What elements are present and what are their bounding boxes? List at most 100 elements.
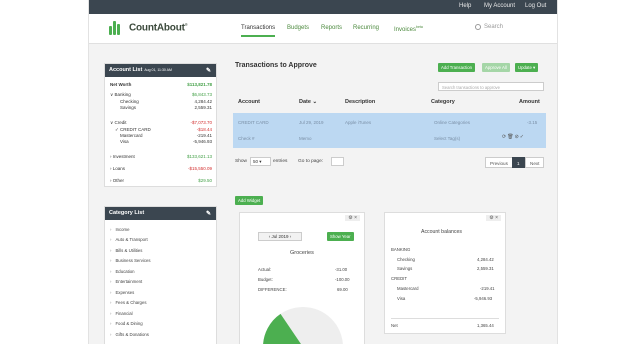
add-transaction-button[interactable]: Add Transaction (438, 63, 476, 72)
category-item[interactable]: › Education (110, 269, 135, 274)
settings-icon[interactable]: ⚙ (348, 215, 352, 221)
previous-page-button[interactable]: Previous (485, 157, 513, 168)
sort-desc-icon: ⌄ (312, 99, 318, 105)
row-description[interactable]: Apple iTunes (345, 120, 371, 125)
widget-title: Groceries (290, 250, 314, 256)
logout-link[interactable]: Log Out (525, 3, 546, 9)
page-1-button[interactable]: 1 (512, 157, 525, 168)
widget-tools: ⚙ × (345, 215, 360, 221)
show-label: Show (235, 159, 247, 164)
category-item[interactable]: › Financial (110, 311, 133, 316)
settings-icon[interactable]: ⚙ (489, 215, 493, 221)
category-list-title: Category List (109, 210, 145, 216)
next-page-button[interactable]: Next (525, 157, 545, 168)
account-list-updated: Aug 01, 11:30 AM (144, 68, 172, 72)
row-memo[interactable]: Memo (299, 136, 312, 141)
column-date[interactable]: Date ⌄ (299, 99, 317, 105)
net-worth-row[interactable]: Net Worth $113,821.78 (110, 82, 212, 87)
close-icon[interactable]: × (495, 215, 498, 221)
divider (391, 318, 499, 319)
budget-label: Budget: (258, 277, 273, 282)
delete-icon[interactable]: 🗑 (507, 134, 514, 140)
row-check-number[interactable]: Check # (238, 136, 255, 141)
column-amount[interactable]: Amount (519, 99, 540, 105)
account-list-title: Account List (109, 67, 143, 73)
column-description[interactable]: Description (345, 99, 375, 105)
category-item[interactable]: › Business Services (110, 258, 151, 263)
row-amount[interactable]: -3.15 (527, 120, 537, 125)
approve-all-button[interactable]: Approve All (482, 63, 510, 72)
period-selector[interactable]: ‹ Jul 2019 › (258, 232, 302, 241)
widget-title: Account balances (421, 229, 462, 235)
column-account[interactable]: Account (238, 99, 260, 105)
approve-search-input[interactable]: Search transactions to approve (438, 82, 544, 91)
goto-page-label: Go to page: (298, 159, 324, 164)
row-tags[interactable]: Select Tag(s) (434, 136, 460, 141)
account-mastercard[interactable]: Mastercard -219.41 (110, 133, 212, 138)
account-group-other[interactable]: › Other $29.50 (110, 178, 212, 183)
account-group-loans[interactable]: › Loans -$15,550.09 (110, 166, 212, 171)
beta-badge: beta (416, 25, 423, 29)
category-item[interactable]: › Expenses (110, 290, 134, 295)
edit-categories-icon[interactable]: ✎ (206, 210, 211, 217)
row-category[interactable]: Online Categories (434, 120, 470, 125)
balance-visa-value: -5,946.93 (474, 296, 493, 301)
row-account[interactable]: CREDIT CARD (238, 120, 269, 125)
nav-reports[interactable]: Reports (321, 25, 342, 31)
account-group-banking[interactable]: ∨ Banking $6,843.73 (110, 92, 212, 98)
add-widget-button[interactable]: Add Widget (235, 196, 264, 205)
page-title: Transactions to Approve (235, 62, 317, 69)
category-item[interactable]: › Entertainment (110, 279, 142, 284)
top-bar: Help My Account Log Out (89, 0, 557, 14)
chevron-left-icon[interactable]: ‹ (269, 234, 271, 239)
category-item[interactable]: › Auto & Transport (110, 237, 148, 242)
global-search[interactable]: Search (484, 24, 503, 30)
account-balances-widget: ⚙ × Account balances BANKING Checking 4,… (384, 212, 506, 334)
difference-label: DIFFERENCE: (258, 287, 287, 292)
close-icon[interactable]: × (354, 215, 357, 221)
nav-invoices[interactable]: Invoicesbeta (394, 25, 423, 33)
nav-budgets[interactable]: Budgets (287, 25, 309, 31)
balance-checking-value: 4,284.42 (477, 257, 494, 262)
actual-value: -31.00 (335, 267, 348, 272)
widget-tools: ⚙ × (486, 215, 501, 221)
category-list-header: Category List ✎ (105, 207, 216, 220)
goto-page-input[interactable] (331, 157, 344, 166)
row-date[interactable]: Jul 29, 2019 (299, 120, 324, 125)
account-group-credit[interactable]: ∨ Credit -$7,073.70 (110, 120, 212, 126)
category-item[interactable]: › Fees & Charges (110, 300, 147, 305)
category-list-panel: Category List ✎ › Income › Auto & Transpor… (104, 206, 217, 344)
actual-label: Actual: (258, 267, 272, 272)
category-item[interactable]: › Food & Dining (110, 321, 143, 326)
column-category[interactable]: Category (431, 99, 455, 105)
entries-label: entries (273, 159, 288, 164)
app-frame: Help My Account Log Out CountAbout® Tran… (88, 0, 558, 344)
entries-select[interactable]: 50 ▾ (250, 157, 271, 166)
row-actions: ⟳🗑⊘✓ (502, 134, 525, 140)
main-header: CountAbout® Transactions Budgets Reports… (89, 14, 557, 44)
approve-check-icon[interactable]: ✓ (520, 134, 525, 140)
search-icon[interactable] (475, 24, 481, 30)
category-item[interactable]: › Gifts & Donations (110, 332, 149, 337)
balance-mastercard-label: Mastercard (397, 286, 419, 291)
category-item[interactable]: › Bills & Utilities (110, 248, 142, 253)
account-visa[interactable]: Visa -5,946.93 (110, 139, 212, 144)
banking-header: BANKING (391, 247, 411, 252)
credit-header: CREDIT (391, 276, 407, 281)
balance-savings-value: 2,559.31 (477, 266, 494, 271)
category-item[interactable]: › Income (110, 227, 130, 232)
nav-transactions[interactable]: Transactions (241, 25, 276, 37)
budget-value: -100.00 (335, 277, 350, 282)
brand-name[interactable]: CountAbout® (129, 22, 188, 33)
account-group-investment[interactable]: › Investment $133,621.13 (110, 154, 212, 159)
account-savings[interactable]: Savings 2,559.31 (110, 105, 212, 110)
nav-recurring[interactable]: Recurring (353, 25, 379, 31)
chevron-right-icon[interactable]: › (290, 234, 292, 239)
edit-accounts-icon[interactable]: ✎ (206, 67, 211, 74)
my-account-link[interactable]: My Account (484, 3, 515, 9)
help-link[interactable]: Help (459, 3, 471, 9)
show-year-button[interactable]: Show Year (327, 232, 354, 241)
balance-visa-label: Visa (397, 296, 406, 301)
account-checking[interactable]: Checking 4,284.42 (110, 99, 212, 104)
update-dropdown-button[interactable]: Update ▾ (515, 63, 539, 72)
